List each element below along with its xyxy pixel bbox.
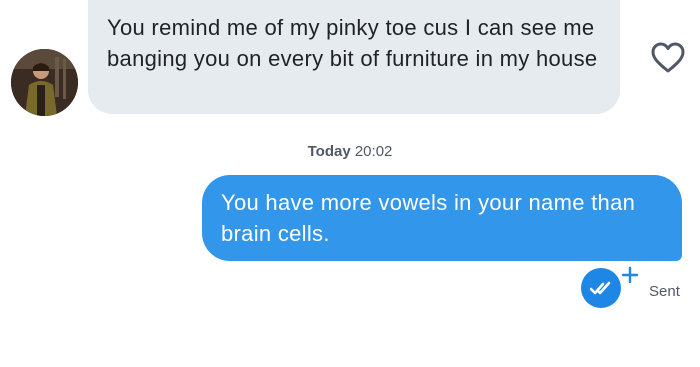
incoming-message-bubble[interactable]: You remind me of my pinky toe cus I can … [88,0,620,114]
double-check-icon [581,268,621,308]
plus-icon[interactable] [621,266,639,284]
heart-icon[interactable] [651,42,685,74]
outgoing-message-text: You have more vowels in your name than b… [221,190,636,246]
chat-thread: You remind me of my pinky toe cus I can … [0,0,700,367]
incoming-message-text: You remind me of my pinky toe cus I can … [107,15,598,71]
avatar[interactable] [11,49,78,116]
delivery-status: Sent [649,283,680,300]
timestamp-divider: Today 20:02 [0,143,700,160]
outgoing-message-bubble[interactable]: You have more vowels in your name than b… [202,175,682,261]
timestamp-time: 20:02 [354,143,393,160]
timestamp-day: Today [307,143,351,160]
